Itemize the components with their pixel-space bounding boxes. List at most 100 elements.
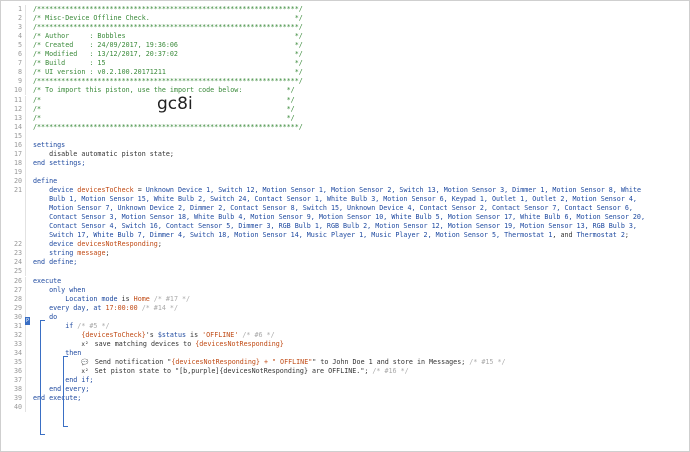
code-token: Bulb 1, Motion Sensor 15, White Bulb 2, … xyxy=(33,195,637,204)
if-bar-bottom xyxy=(63,426,68,427)
code-line[interactable]: 6 /* Modified : 13/12/2017, 20:37:02 */ xyxy=(1,50,689,60)
line-number: 35 xyxy=(13,357,22,366)
code-line[interactable]: 27 only when xyxy=(1,285,689,295)
line-number: 4 xyxy=(17,32,22,41)
line-number: 37 xyxy=(13,376,22,385)
gutter-divider xyxy=(25,276,26,286)
code-line[interactable]: 29 every day, at 17:00:00 /* #14 */ xyxy=(1,303,689,313)
code-line[interactable]: 38 end every; xyxy=(1,385,689,395)
if-block-bar xyxy=(63,356,64,426)
line-number: 14 xyxy=(13,122,22,131)
code-text: Contact Sensor 4, Switch 16, Contact Sen… xyxy=(33,222,637,231)
code-line[interactable]: Motion Sensor 7, Unknown Device 2, Dimme… xyxy=(1,204,689,214)
code-token: ; xyxy=(105,249,110,258)
line-number: 33 xyxy=(13,339,22,348)
piston-marker-icon[interactable]: P xyxy=(25,317,30,325)
code-line[interactable]: 35 💬 Send notification "{devicesNotRespo… xyxy=(1,357,689,367)
code-editor[interactable]: 1 /**************************************… xyxy=(0,0,690,452)
code-line[interactable]: Contact Sensor 4, Switch 16, Contact Sen… xyxy=(1,222,689,232)
line-number: 26 xyxy=(13,276,22,285)
code-line[interactable]: 11/* */ xyxy=(1,95,689,105)
gutter-divider xyxy=(25,195,26,205)
gutter-divider xyxy=(25,14,26,24)
code-line[interactable]: 4 /* Author : Bobbles */ xyxy=(1,32,689,42)
code-text: /***************************************… xyxy=(33,77,303,86)
code-line[interactable]: Contact Sensor 3, Motion Sensor 18, Whit… xyxy=(1,213,689,223)
line-number: 25 xyxy=(13,267,22,276)
gutter-divider xyxy=(25,294,26,304)
code-line[interactable]: Switch 17, White Bulb 7, Dimmer 4, Switc… xyxy=(1,231,689,241)
code-line[interactable]: 18 end settings; xyxy=(1,158,689,168)
gutter-divider xyxy=(25,5,26,14)
code-line[interactable]: 3 /**************************************… xyxy=(1,23,689,33)
code-token: end settings; xyxy=(33,158,86,167)
line-number: 22 xyxy=(13,240,22,249)
code-line[interactable]: 20 define xyxy=(1,176,689,186)
code-token: {devicesNotResponding} xyxy=(195,339,284,348)
code-line[interactable]: 1 /**************************************… xyxy=(1,5,689,14)
code-token: device xyxy=(33,240,78,249)
code-line[interactable]: 32 {devicesToCheck}'s $status is 'OFFLIN… xyxy=(1,330,689,340)
code-line[interactable]: 28 Location mode is Home /* #17 */ xyxy=(1,294,689,304)
only-when-block-bar xyxy=(40,320,41,434)
code-text: Switch 17, White Bulb 7, Dimmer 4, Switc… xyxy=(33,231,629,240)
line-number: 6 xyxy=(17,50,22,59)
code-line[interactable]: 15 xyxy=(1,131,689,141)
code-line[interactable]: 14 /*************************************… xyxy=(1,122,689,132)
code-line[interactable]: 17 disable automatic piston state; xyxy=(1,149,689,159)
code-line[interactable]: 8 /* UI version : v0.2.100.20171211 */ xyxy=(1,68,689,78)
gutter-divider xyxy=(25,41,26,51)
code-token: {devicesNotResponding} + " OFFLINE" xyxy=(171,357,313,366)
code-line[interactable]: 19 xyxy=(1,167,689,177)
code-token: /* Build : 15 */ xyxy=(33,59,303,68)
gutter-divider xyxy=(25,113,26,123)
code-token: disable automatic piston state; xyxy=(33,149,174,158)
code-text: end settings; xyxy=(33,159,85,168)
code-token: /* Misc-Device Offline Check. */ xyxy=(33,14,303,23)
code-line[interactable]: 2 /* Misc-Device Offline Check. */ xyxy=(1,14,689,24)
gutter-divider xyxy=(25,131,26,141)
block-bar-top xyxy=(40,320,45,321)
code-token: /* */ xyxy=(33,113,295,122)
code-line[interactable]: Bulb 1, Motion Sensor 15, White Bulb 2, … xyxy=(1,195,689,205)
code-token: Thermostat 2 xyxy=(576,231,625,240)
code-token: /* Modified : 13/12/2017, 20:37:02 */ xyxy=(33,50,303,59)
code-line[interactable]: 12/* */gc8i xyxy=(1,95,689,114)
code-text: execute xyxy=(33,277,61,286)
gutter-divider xyxy=(25,158,26,168)
code-token: do xyxy=(33,312,58,321)
code-line[interactable]: 21 device devicesToCheck = Unknown Devic… xyxy=(1,186,689,195)
gutter-divider xyxy=(25,86,26,96)
code-line[interactable]: 34 then xyxy=(1,348,689,358)
code-text: disable automatic piston state; xyxy=(33,150,174,159)
code-line[interactable]: 30 do xyxy=(1,312,689,322)
code-text: /* Modified : 13/12/2017, 20:37:02 */ xyxy=(33,50,303,59)
block-bar-bottom xyxy=(40,434,45,435)
code-text: x² Set piston state to "[b,purple]{devic… xyxy=(33,367,408,376)
gutter-divider xyxy=(25,204,26,214)
code-line[interactable]: 7 /* Build : 15 */ xyxy=(1,59,689,69)
code-line[interactable]: 23 string message; xyxy=(1,249,689,259)
code-line[interactable]: 22 device devicesNotResponding; xyxy=(1,240,689,250)
gutter-divider xyxy=(25,339,26,349)
code-text: 💬 Send notification "{devicesNotRespondi… xyxy=(33,357,505,367)
code-line[interactable]: 5 /* Created : 24/09/2017, 19:36:06 */ xyxy=(1,41,689,51)
code-line[interactable]: 36 x² Set piston state to "[b,purple]{de… xyxy=(1,367,689,376)
code-line[interactable]: 25 xyxy=(1,267,689,277)
code-text: end every; xyxy=(33,385,89,394)
code-line[interactable]: 40 xyxy=(1,403,689,413)
code-text: end define; xyxy=(33,258,77,267)
code-line[interactable]: 37 end if; xyxy=(1,376,689,386)
code-line[interactable]: 13 /* */ xyxy=(1,113,689,123)
code-line[interactable]: 9 /**************************************… xyxy=(1,77,689,87)
code-line[interactable]: 24 end define; xyxy=(1,258,689,268)
code-line[interactable]: 31 if /* #5 */ xyxy=(1,321,689,331)
code-line[interactable]: 10/* To import this piston, use the impo… xyxy=(1,86,689,96)
code-line[interactable]: 26 execute xyxy=(1,276,689,286)
line-number: 30 xyxy=(13,312,22,321)
code-line[interactable]: 39 end execute; xyxy=(1,394,689,404)
code-token: /* Created : 24/09/2017, 19:36:06 */ xyxy=(33,41,303,50)
code-line[interactable]: 33 x² save matching devices to {devicesN… xyxy=(1,339,689,349)
code-line[interactable]: 16 settings xyxy=(1,140,689,150)
code-token: devicesNotResponding xyxy=(77,240,158,249)
